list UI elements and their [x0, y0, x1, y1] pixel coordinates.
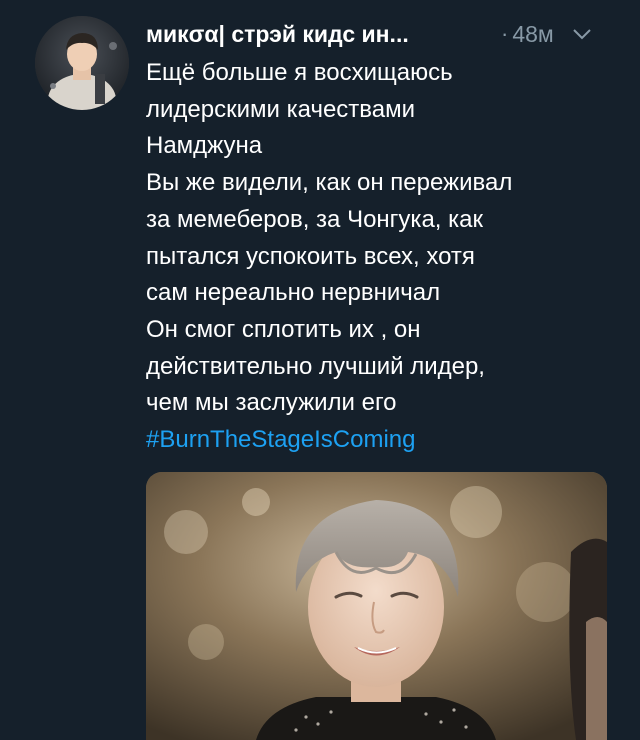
text-line: лидерскими качествами	[146, 95, 416, 123]
text-line: действительно лучший лидер,	[146, 352, 485, 380]
tweet[interactable]: микσα| стрэй кидс ин... · 48м Ещё больше…	[0, 0, 640, 740]
text-line: за мемеберов, за Чонгука, как	[146, 205, 484, 233]
text-line: Ещё больше я восхищаюсь	[146, 59, 453, 86]
display-name[interactable]: микσα| стрэй кидс ин...	[146, 21, 476, 48]
avatar[interactable]	[35, 16, 129, 110]
text-line: Вы же видели, как он переживал	[146, 169, 513, 197]
text-line: сам нереально нервничал	[146, 279, 441, 307]
text-line: пытался успокоить всех, хотя	[146, 242, 475, 270]
text-line: Он смог сплотить их , он	[146, 315, 421, 343]
tweet-text: Ещё больше я восхищаюсь лидерскими качес…	[146, 55, 616, 459]
chevron-down-icon[interactable]	[572, 27, 592, 41]
text-line: чем мы заслужили его	[146, 389, 397, 417]
hashtag-link[interactable]: #BurnTheStageIsComing	[146, 422, 616, 459]
text-line: Намджуна	[146, 132, 263, 160]
separator-dot: ·	[501, 21, 509, 46]
tweet-media-image[interactable]	[146, 472, 607, 740]
timestamp[interactable]: 48м	[512, 21, 553, 48]
tweet-header: микσα| стрэй кидс ин... · 48м	[146, 18, 616, 50]
